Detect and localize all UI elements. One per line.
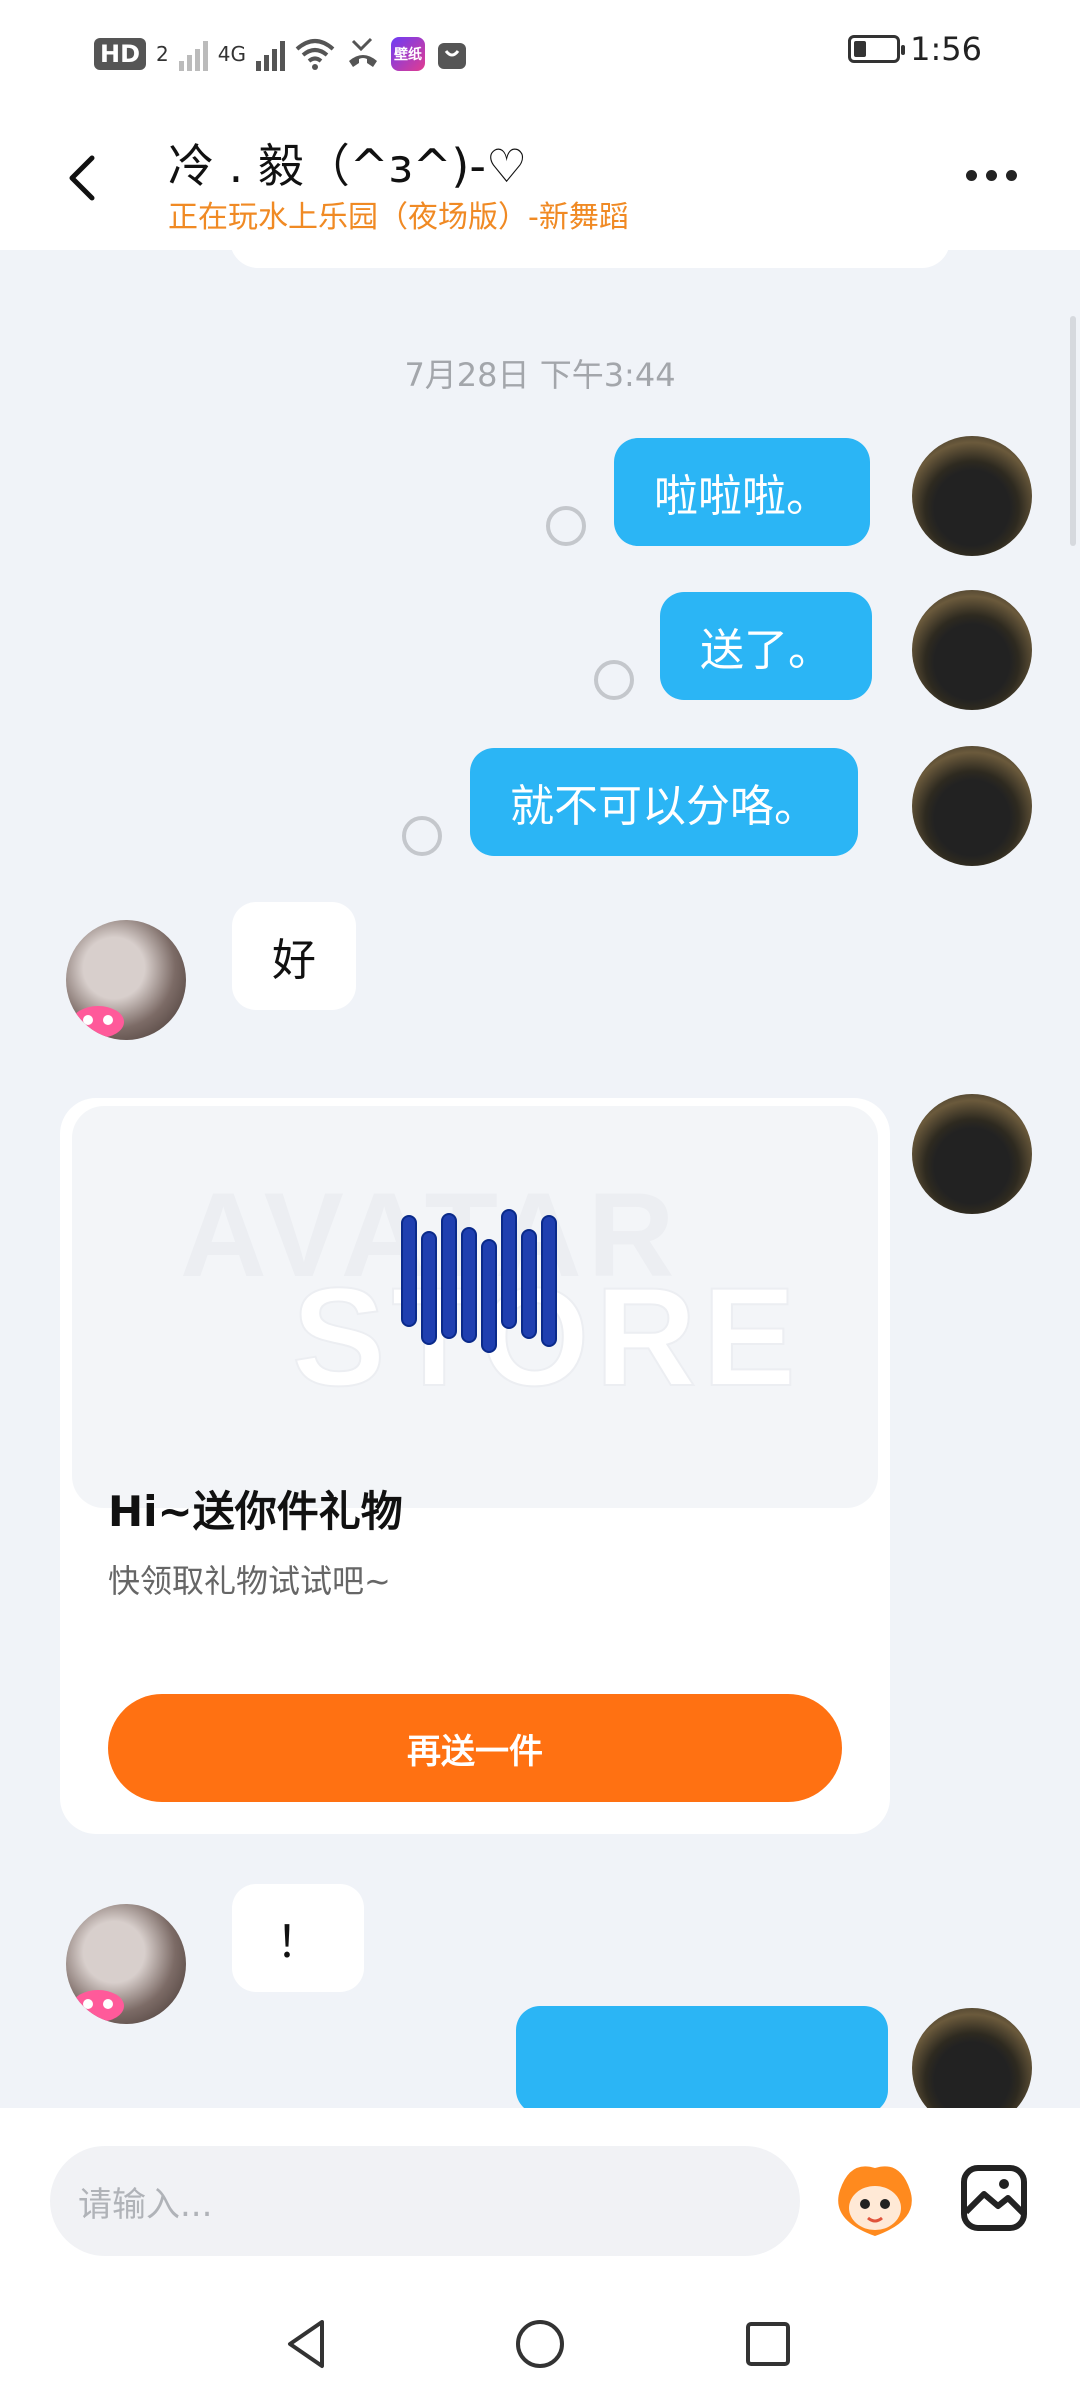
battery-icon (848, 35, 906, 63)
my-message-bubble[interactable]: 就不可以分咯。 (470, 748, 858, 856)
read-receipt-icon (546, 506, 586, 546)
message-timestamp: 7月28日 下午3:44 (404, 356, 676, 394)
contact-avatar[interactable] (66, 1904, 186, 2024)
gift-card-description: 快领取礼物试试吧~ (108, 1562, 391, 1600)
my-avatar[interactable] (912, 590, 1032, 710)
my-message-bubble-partial[interactable] (516, 2006, 888, 2108)
my-avatar[interactable] (912, 1094, 1032, 1214)
avatar-sticker-icon (72, 1990, 124, 2022)
chat-area[interactable]: 7月28日 下午3:44 啦啦啦。 送了。 就不可以分咯。 好 AVATAR S… (0, 250, 1080, 2108)
nav-recents-icon[interactable] (738, 2314, 798, 2374)
back-arrow-icon[interactable] (56, 148, 116, 208)
status-left-icons: HD 2 4G 壁纸 (94, 32, 469, 76)
contact-message-bubble[interactable]: ！ (232, 1884, 364, 1992)
read-receipt-icon (402, 816, 442, 856)
status-right-icons: 1:56 (848, 30, 982, 68)
gift-item-icon (401, 1209, 557, 1353)
sim-number: 2 (156, 42, 169, 66)
message-input[interactable]: 请输入... (50, 2146, 800, 2256)
nav-home-icon[interactable] (510, 2314, 570, 2374)
input-bar: 请输入... (0, 2108, 1080, 2288)
my-avatar[interactable] (912, 746, 1032, 866)
network-type: 4G (217, 42, 246, 66)
my-avatar[interactable] (912, 2008, 1032, 2108)
send-again-button[interactable]: 再送一件 (108, 1694, 842, 1802)
wallpaper-app-icon: 壁纸 (390, 37, 425, 71)
contact-name[interactable]: 冷 . 毅（^з^)-♡ (168, 130, 527, 196)
status-time: 1:56 (910, 30, 982, 68)
chat-header: 冷 . 毅（^з^)-♡ 正在玩水上乐园（夜场版）-新舞蹈 (0, 108, 1080, 250)
my-message-bubble[interactable]: 啦啦啦。 (614, 438, 870, 546)
signal-icon-sim2 (255, 37, 285, 71)
missed-call-icon (348, 37, 377, 67)
wifi-icon (295, 39, 335, 70)
my-avatar[interactable] (912, 436, 1032, 556)
nav-back-icon[interactable] (278, 2314, 338, 2374)
signal-icon-sim1 (178, 37, 208, 71)
image-picker-icon[interactable] (958, 2162, 1030, 2234)
gift-card[interactable]: AVATAR STORE Hi~送你件礼物 快领取礼物试试吧~ 再送一件 (60, 1098, 890, 1834)
read-receipt-icon (594, 660, 634, 700)
contact-status[interactable]: 正在玩水上乐园（夜场版）-新舞蹈 (168, 192, 629, 236)
contact-avatar[interactable] (66, 920, 186, 1040)
hd-badge: HD (94, 38, 147, 70)
contact-message-bubble[interactable]: 好 (232, 902, 356, 1010)
more-dots-icon[interactable] (966, 170, 1017, 181)
gift-card-title: Hi~送你件礼物 (108, 1487, 403, 1536)
avatar-sticker-icon (72, 1006, 124, 1038)
mascot-icon[interactable] (830, 2160, 920, 2240)
shopping-bag-icon (437, 43, 466, 69)
previous-message-edge (230, 250, 950, 268)
status-bar: HD 2 4G 壁纸 1:56 (0, 0, 1080, 108)
gift-image: AVATAR STORE (72, 1106, 878, 1508)
system-nav-bar (0, 2288, 1080, 2400)
my-message-bubble[interactable]: 送了。 (660, 592, 872, 700)
